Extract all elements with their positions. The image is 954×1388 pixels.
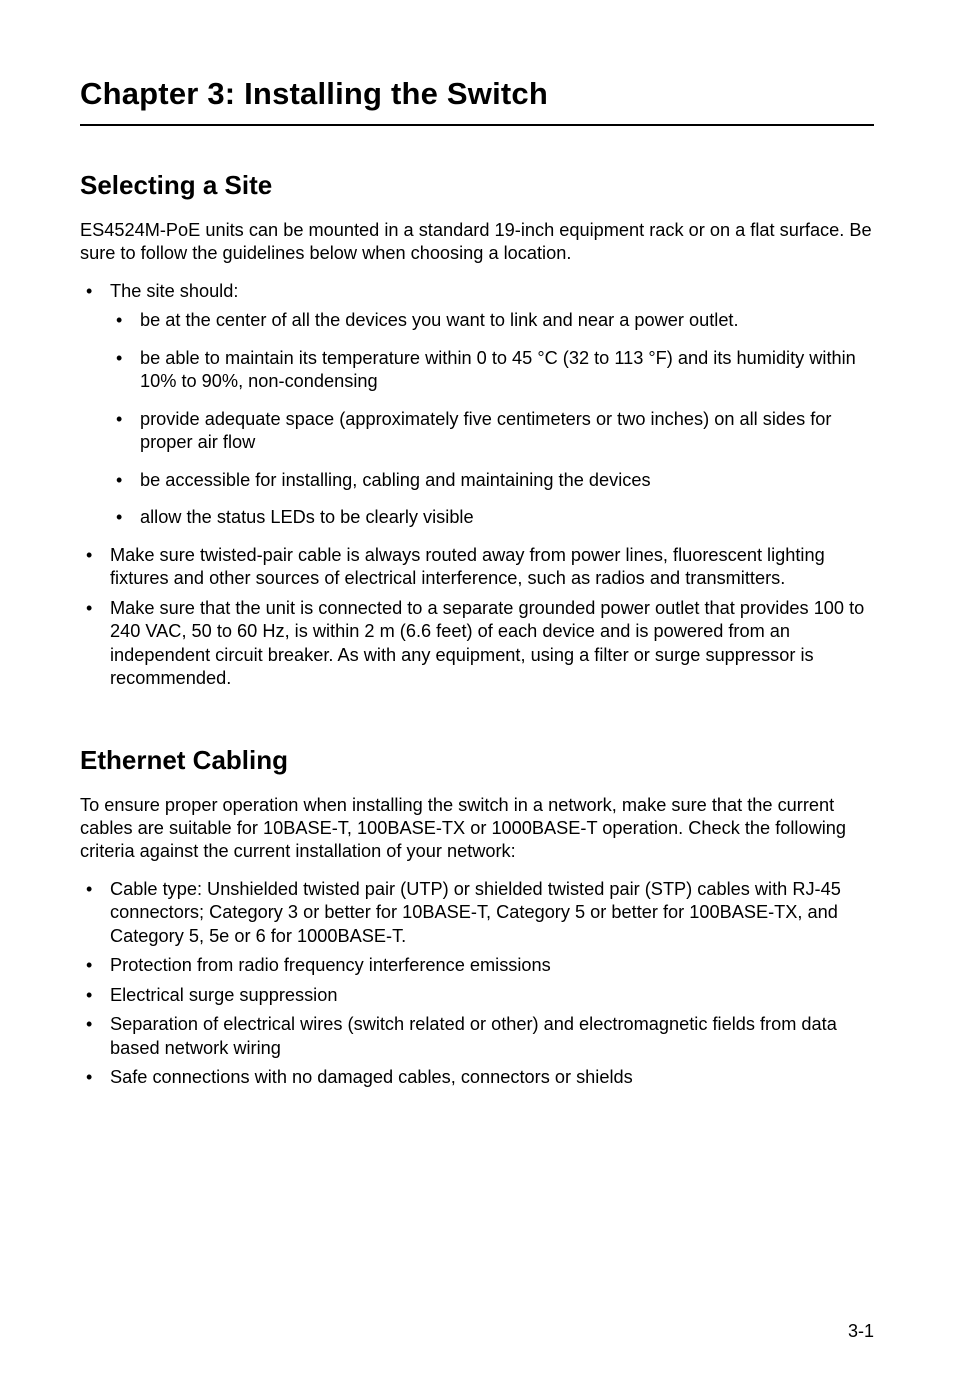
list-item: Make sure that the unit is connected to … [80,597,874,691]
list-item: Cable type: Unshielded twisted pair (UTP… [80,878,874,948]
list-item: allow the status LEDs to be clearly visi… [110,506,874,529]
list-item: be at the center of all the devices you … [110,309,874,332]
list-item-text: The site should: [110,281,238,301]
list-item: provide adequate space (approximately fi… [110,408,874,455]
section-gap [80,705,874,745]
list-item: Separation of electrical wires (switch r… [80,1013,874,1060]
list-item: The site should: be at the center of all… [80,280,874,530]
chapter-title: Chapter 3: Installing the Switch [80,76,874,112]
section-title-selecting-site: Selecting a Site [80,170,874,201]
list-item: Make sure twisted-pair cable is always r… [80,544,874,591]
page-container: Chapter 3: Installing the Switch Selecti… [0,0,954,1388]
section-title-ethernet-cabling: Ethernet Cabling [80,745,874,776]
ethernet-cabling-intro: To ensure proper operation when installi… [80,794,874,864]
selecting-site-intro: ES4524M-PoE units can be mounted in a st… [80,219,874,266]
ethernet-cabling-list: Cable type: Unshielded twisted pair (UTP… [80,878,874,1090]
list-item: Protection from radio frequency interfer… [80,954,874,977]
list-item: be able to maintain its temperature with… [110,347,874,394]
list-item: Electrical surge suppression [80,984,874,1007]
title-divider [80,124,874,126]
list-item: Safe connections with no damaged cables,… [80,1066,874,1089]
page-number: 3-1 [848,1321,874,1342]
selecting-site-sublist: be at the center of all the devices you … [110,309,874,529]
selecting-site-list: The site should: be at the center of all… [80,280,874,691]
list-item: be accessible for installing, cabling an… [110,469,874,492]
